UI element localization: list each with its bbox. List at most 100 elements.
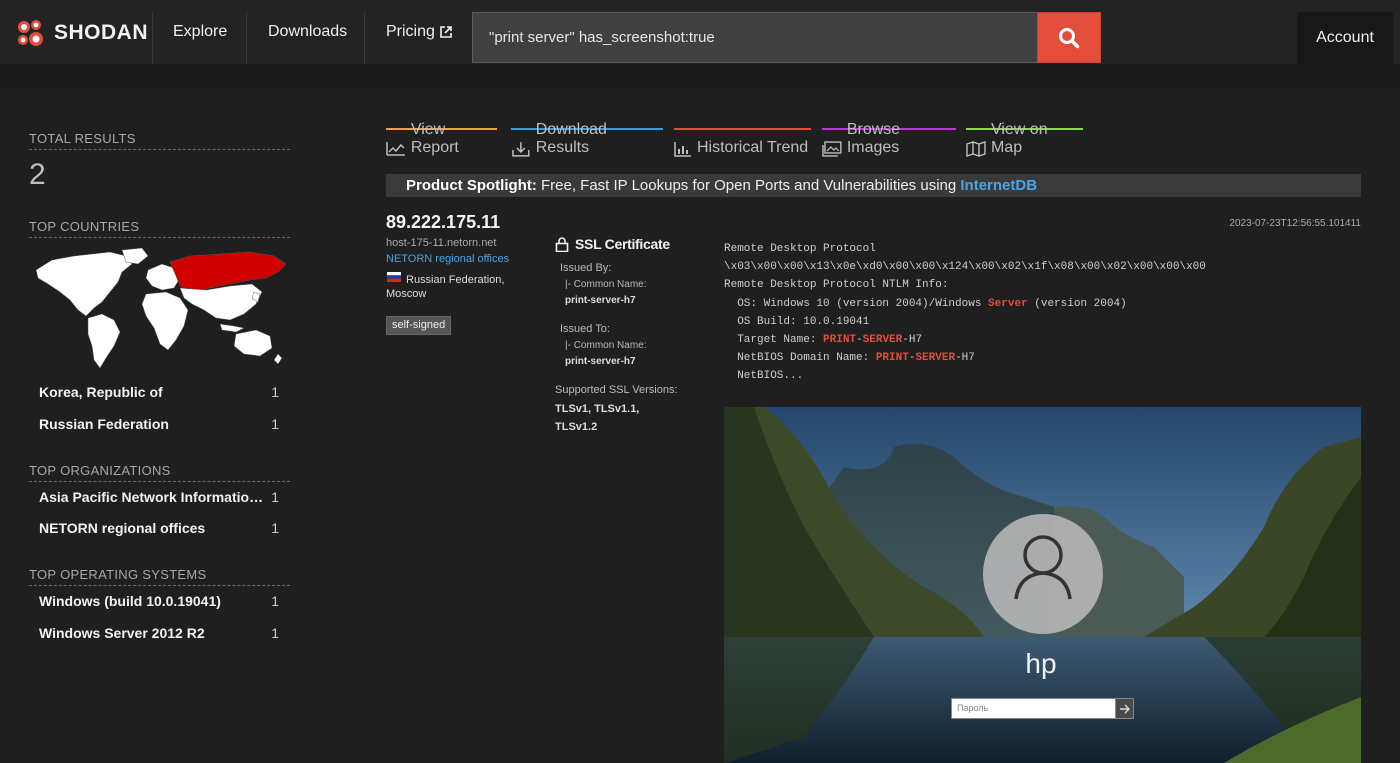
nav-divider	[152, 12, 153, 64]
map-africa	[141, 291, 189, 351]
map-icon	[966, 141, 986, 157]
tab-label: Historical Trend	[697, 139, 809, 156]
internetdb-link[interactable]: InternetDB	[960, 177, 1037, 194]
total-results-count: 2	[29, 158, 46, 191]
highlight: Server	[988, 297, 1028, 310]
top-os-heading: TOP OPERATING SYSTEMS	[29, 567, 290, 586]
nav-pricing-label: Pricing	[386, 23, 435, 40]
lock-icon	[555, 236, 569, 252]
ssl-certificate-heading: SSL Certificate	[555, 236, 670, 252]
arrow-right-icon	[1120, 704, 1130, 713]
nav-underlay	[0, 64, 1400, 88]
shodan-logo[interactable]: SHODAN	[14, 18, 148, 48]
lockscreen-password-field[interactable]: Пароль	[951, 698, 1116, 719]
map-asia	[179, 283, 263, 321]
banner-line: NetBIOS Domain Name: PRINT-SERVER-H7	[724, 352, 975, 365]
total-results-heading: TOTAL RESULTS	[29, 131, 290, 150]
os-count: 1	[271, 593, 279, 609]
nav-divider	[364, 12, 365, 64]
organization-name: NETORN regional offices	[39, 520, 206, 536]
tag-badge[interactable]: self-signed	[386, 316, 452, 335]
tab-label: Download Results	[535, 121, 607, 156]
tab-label: Browse Images	[846, 121, 901, 156]
map-russia	[169, 251, 287, 293]
service-banner: Remote Desktop Protocol \x03\x00\x00\x13\…	[724, 240, 1206, 386]
lockscreen-username: hp	[1025, 648, 1057, 679]
os-name: Windows (build 10.0.19041)	[39, 593, 221, 609]
result-hostname: host-175-11.netorn.net	[386, 237, 497, 249]
banner-line: OS: Windows 10 (version 2004)/Windows Se…	[724, 297, 1127, 310]
search-input[interactable]	[472, 12, 1038, 63]
os-count: 1	[271, 625, 279, 641]
lockscreen-submit-button[interactable]	[1115, 698, 1134, 719]
issued-by-cn-label: |- Common Name:	[565, 279, 647, 290]
banner-line: Remote Desktop Protocol NTLM Info:	[724, 279, 949, 292]
ssl-title: SSL Certificate	[575, 236, 670, 252]
highlight: PRINT	[823, 334, 857, 347]
country-row[interactable]: Russian Federation 1	[39, 416, 279, 436]
nav-pricing[interactable]: Pricing	[386, 0, 453, 64]
tab-label: View on Map	[990, 121, 1048, 156]
country-row[interactable]: Korea, Republic of 1	[39, 384, 279, 404]
nav-downloads[interactable]: Downloads	[268, 0, 347, 64]
issued-by-cn-value: print-server-h7	[565, 295, 636, 306]
tab-historical-trend[interactable]: Historical Trend	[674, 128, 811, 160]
search-button[interactable]	[1037, 12, 1101, 63]
brand-name: SHODAN	[54, 21, 149, 44]
os-row[interactable]: Windows (build 10.0.19041) 1	[39, 593, 279, 613]
organization-count: 1	[271, 489, 279, 505]
shodan-logo-icon	[18, 20, 43, 46]
issued-to-label: Issued To:	[560, 323, 610, 335]
os-row[interactable]: Windows Server 2012 R2 1	[39, 625, 279, 645]
result-location: Russian Federation, Moscow	[386, 274, 505, 300]
issued-by-label: Issued By:	[560, 262, 612, 274]
highlight: PRINT	[875, 352, 909, 365]
ssl-versions-value: TLSv1, TLSv1.1, TLSv1.2	[555, 403, 640, 433]
external-link-icon	[440, 26, 452, 38]
issued-to-cn-value: print-server-h7	[565, 356, 636, 367]
account-button[interactable]: Account	[1297, 12, 1393, 64]
bar-chart-icon	[674, 142, 691, 157]
tab-label: View Report	[410, 121, 459, 156]
map-australia	[233, 329, 273, 357]
top-countries-heading: TOP COUNTRIES	[29, 219, 290, 238]
highlight: SERVER	[862, 334, 903, 347]
country-count: 1	[271, 384, 279, 400]
map-greenland	[121, 248, 149, 265]
banner-line: \x03\x00\x00\x13\x0e\xd0\x00\x00\x124\x0…	[724, 261, 1206, 274]
result-ip[interactable]: 89.222.175.11	[386, 212, 500, 233]
tab-view-on-map[interactable]: View on Map	[966, 121, 1083, 160]
ssl-versions-label: Supported SSL Versions:	[555, 384, 678, 396]
organization-count: 1	[271, 520, 279, 536]
spotlight-label: Product Spotlight:	[406, 177, 537, 194]
download-icon	[512, 142, 530, 157]
banner-line: NetBIOS...	[724, 370, 804, 383]
images-icon	[822, 141, 842, 157]
organization-name: Asia Pacific Network Information Centre	[39, 489, 265, 505]
tab-browse-images[interactable]: Browse Images	[822, 121, 956, 160]
tab-view-report[interactable]: View Report	[386, 121, 497, 160]
banner-line: Remote Desktop Protocol	[724, 243, 876, 255]
country-name: Russian Federation	[39, 416, 169, 432]
product-spotlight: Product Spotlight: Free, Fast IP Lookups…	[386, 174, 1361, 197]
spotlight-text: Free, Fast IP Lookups for Open Ports and…	[540, 177, 957, 194]
banner-line: OS Build: 10.0.19041	[724, 315, 870, 328]
issued-to-cn-label: |- Common Name:	[565, 340, 647, 351]
result-timestamp: 2023-07-23T12:56:55.101411	[1229, 218, 1361, 229]
search-icon	[1059, 27, 1080, 48]
result-organization[interactable]: NETORN regional offices	[386, 253, 509, 265]
organization-row[interactable]: NETORN regional offices 1	[39, 520, 279, 540]
map-indonesia	[219, 323, 245, 333]
nav-divider	[246, 12, 247, 64]
chart-line-icon	[386, 142, 405, 156]
organization-row[interactable]: Asia Pacific Network Information Centre …	[39, 489, 279, 509]
top-organizations-heading: TOP ORGANIZATIONS	[29, 463, 290, 482]
tab-download-results[interactable]: Download Results	[511, 121, 663, 160]
country-name: Korea, Republic of	[39, 384, 163, 400]
os-name: Windows Server 2012 R2	[39, 625, 205, 641]
map-south-america	[87, 313, 121, 369]
map-new-zealand	[273, 353, 283, 365]
nav-explore[interactable]: Explore	[173, 0, 227, 64]
highlight: SERVER	[915, 352, 956, 365]
world-map	[35, 248, 287, 369]
